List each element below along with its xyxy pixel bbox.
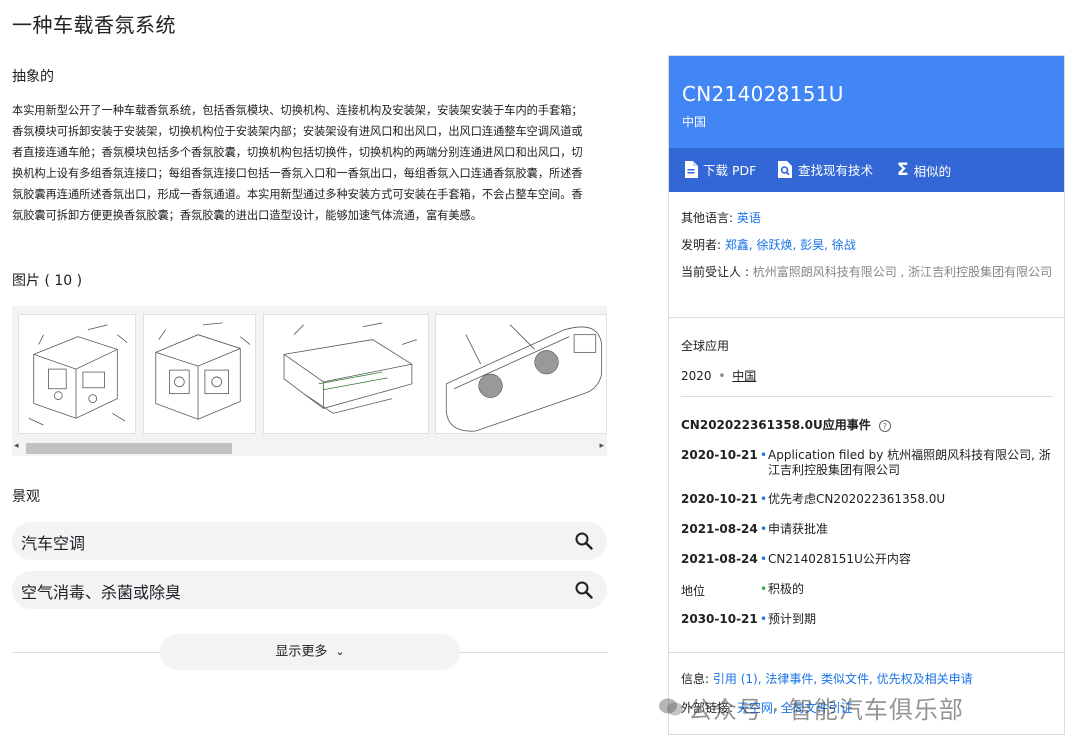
panel-header: CN214028151U 中国 xyxy=(669,56,1064,148)
similar-button[interactable]: Σ 相似的 xyxy=(897,160,951,180)
divider xyxy=(681,396,1053,397)
events-title-text: CN202022361358.0U应用事件 xyxy=(681,418,871,432)
worldwide-applications: 2020 • 中国 xyxy=(681,367,756,384)
inventors-row: 发明者: 郑鑫, 徐跃焕, 彭昊, 徐战 xyxy=(681,236,856,253)
worldwide-year: 2020 xyxy=(681,369,712,383)
patent-info-panel: CN214028151U 中国 下载 PDF 查找现有技术 Σ 相似的 其他语言… xyxy=(668,55,1065,735)
abstract-heading: 抽象的 xyxy=(12,69,54,85)
show-more-label: 显示更多 xyxy=(275,644,328,660)
concept-chip[interactable]: 空气消毒、杀菌或除臭 xyxy=(12,571,607,609)
info-label: 信息: xyxy=(681,672,710,686)
timeline-dot-icon: • xyxy=(760,492,768,506)
concept-chip[interactable]: 汽车空调 xyxy=(12,522,607,560)
event-date: 2030-10-21 xyxy=(681,612,758,626)
other-language-label: 其他语言: xyxy=(681,211,734,225)
wechat-logo-icon xyxy=(659,698,683,716)
help-circle-icon[interactable]: ? xyxy=(878,420,891,432)
info-links[interactable]: 引用 (1), 法律事件, 类似文件, 优先权及相关申请 xyxy=(713,672,973,686)
inventors-label: 发明者: xyxy=(681,238,722,252)
abstract-text: 本实用新型公开了一种车载香氛系统，包括香氛模块、切换机构、连接机构及安装架，安装… xyxy=(12,104,583,223)
timeline-dot-icon: • xyxy=(760,612,768,626)
gallery-scrollbar[interactable]: ◂ ▸ xyxy=(12,440,607,454)
inventors-links[interactable]: 郑鑫, 徐跃焕, 彭昊, 徐战 xyxy=(725,238,856,252)
patent-figure-thumb[interactable] xyxy=(435,314,607,434)
show-more-button[interactable]: 显示更多 ⌄ xyxy=(160,634,460,670)
panel-actions: 下载 PDF 查找现有技术 Σ 相似的 xyxy=(669,148,1064,192)
timeline-dot-icon: • xyxy=(760,582,768,596)
publication-country: 中国 xyxy=(682,115,707,129)
event-text: CN214028151U公开内容 xyxy=(768,552,911,566)
divider xyxy=(669,652,1064,653)
pdf-file-icon xyxy=(685,161,698,178)
similar-label: 相似的 xyxy=(913,163,952,179)
status-value: 积极的 xyxy=(768,582,805,596)
assignee-row: 当前受让人 : 杭州富照朗风科技有限公司 , 浙江吉利控股集团有限公司 xyxy=(681,263,1053,282)
timeline-dot-icon: • xyxy=(760,552,768,566)
assignee-value[interactable]: 杭州富照朗风科技有限公司 , 浙江吉利控股集团有限公司 xyxy=(753,265,1052,279)
image-gallery[interactable]: ◂ ▸ xyxy=(12,306,607,456)
scroll-right-icon[interactable]: ▸ xyxy=(599,441,604,451)
patent-figure-thumb[interactable] xyxy=(263,314,429,434)
event-text: Application filed by 杭州福照朗风科技有限公司, 浙江吉利控… xyxy=(768,448,1051,477)
worldwide-label: 全球应用 xyxy=(681,339,730,353)
concept-label: 空气消毒、杀菌或除臭 xyxy=(21,583,182,602)
watermark-text: 公众号 · 智能汽车俱乐部 xyxy=(688,696,964,724)
find-prior-art-button[interactable]: 查找现有技术 xyxy=(777,160,873,179)
patent-figure-thumb[interactable] xyxy=(143,314,256,434)
event-date: 2020-10-21 xyxy=(681,448,758,462)
publication-number: CN214028151U xyxy=(682,82,844,106)
bullet: • xyxy=(718,369,726,383)
search-icon[interactable] xyxy=(574,580,594,600)
chevron-down-icon: ⌄ xyxy=(335,645,345,658)
find-prior-art-label: 查找现有技术 xyxy=(798,163,874,178)
divider xyxy=(669,317,1064,318)
concept-label: 汽车空调 xyxy=(21,534,86,553)
landscape-heading: 景观 xyxy=(12,489,40,505)
status-label: 地位 xyxy=(681,584,706,598)
events-title: CN202022361358.0U应用事件 ? xyxy=(681,416,891,433)
download-pdf-label: 下载 PDF xyxy=(703,163,757,178)
worldwide-country-link[interactable]: 中国 xyxy=(732,369,756,383)
event-text: 申请获批准 xyxy=(768,522,829,536)
search-icon[interactable] xyxy=(574,531,594,551)
event-date: 2020-10-21 xyxy=(681,492,758,506)
event-text: 优先考虑CN202022361358.0U xyxy=(768,492,946,506)
event-date: 2021-08-24 xyxy=(681,522,758,536)
download-pdf-button[interactable]: 下载 PDF xyxy=(684,160,756,179)
other-language-row: 其他语言: 英语 xyxy=(681,209,761,226)
timeline-dot-icon: • xyxy=(760,448,768,462)
images-heading: 图片 ( 10 ) xyxy=(12,273,83,289)
assignee-label: 当前受让人 : xyxy=(681,265,749,279)
page-title: 一种车载香氛系统 xyxy=(12,13,176,37)
patent-figure-thumb[interactable] xyxy=(18,314,136,434)
sigma-icon: Σ xyxy=(897,160,909,180)
info-row: 信息: 引用 (1), 法律事件, 类似文件, 优先权及相关申请 xyxy=(681,670,973,687)
other-language-link[interactable]: 英语 xyxy=(737,211,761,225)
scroll-left-icon[interactable]: ◂ xyxy=(14,441,19,451)
prior-art-search-icon xyxy=(778,161,792,178)
scroll-thumb[interactable] xyxy=(26,443,232,454)
event-text: 预计到期 xyxy=(768,612,817,626)
timeline-dot-icon: • xyxy=(760,522,768,536)
event-date: 2021-08-24 xyxy=(681,552,758,566)
